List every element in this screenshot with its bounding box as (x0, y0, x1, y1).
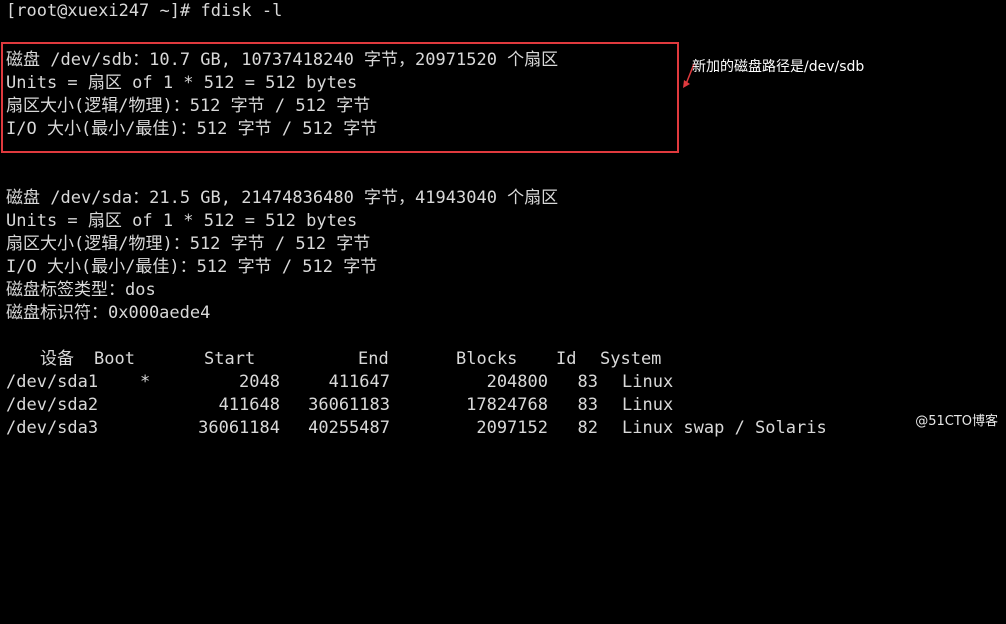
row-system: Linux (622, 372, 674, 392)
row-blocks: 204800 (486, 372, 548, 392)
row-end: 36061183 (308, 395, 390, 415)
row-boot: * (140, 372, 151, 392)
header-blocks: Blocks (456, 349, 518, 369)
row-id: 83 (577, 372, 598, 392)
header-boot: Boot (94, 349, 135, 369)
command-prompt-line: [root@xuexi247 ~]# fdisk -l (6, 1, 283, 21)
row-system: Linux swap / Solaris (622, 418, 827, 438)
sda-io-size-line: I/O 大小(最小/最佳)：512 字节 / 512 字节 (6, 257, 378, 277)
row-blocks: 2097152 (476, 418, 548, 438)
row-id: 83 (577, 395, 598, 415)
sda-identifier-line: 磁盘标识符：0x000aede4 (6, 303, 211, 323)
header-device: 设备 (40, 349, 74, 369)
row-device: /dev/sda3 (6, 418, 99, 438)
row-start: 411648 (218, 395, 280, 415)
table-row: /dev/sda3 36061184 40255487 2097152 82 L… (6, 417, 866, 440)
site-watermark: @51CTO博客 (915, 414, 998, 429)
sdb-io-size-line: I/O 大小(最小/最佳)：512 字节 / 512 字节 (6, 119, 378, 139)
sda-disk-summary: 磁盘 /dev/sda：21.5 GB, 21474836480 字节，4194… (6, 188, 559, 208)
header-id: Id (556, 349, 577, 369)
row-system: Linux (622, 395, 674, 415)
header-system: System (600, 349, 662, 369)
sda-units-line: Units = 扇区 of 1 * 512 = 512 bytes (6, 211, 358, 231)
row-start: 2048 (239, 372, 280, 392)
table-row: /dev/sda1 * 2048 411647 204800 83 Linux (6, 371, 866, 394)
sdb-units-line: Units = 扇区 of 1 * 512 = 512 bytes (6, 73, 358, 93)
sdb-disk-summary: 磁盘 /dev/sdb：10.7 GB, 10737418240 字节，2097… (6, 50, 559, 70)
table-row: /dev/sda2 411648 36061183 17824768 83 Li… (6, 394, 866, 417)
sdb-sector-size-line: 扇区大小(逻辑/物理)：512 字节 / 512 字节 (6, 96, 371, 116)
sda-sector-size-line: 扇区大小(逻辑/物理)：512 字节 / 512 字节 (6, 234, 371, 254)
row-end: 411647 (328, 372, 390, 392)
header-end: End (358, 349, 389, 369)
partition-table-header: 设备 Boot Start End Blocks Id System (6, 348, 866, 371)
row-end: 40255487 (308, 418, 390, 438)
annotation-note: 新加的磁盘路径是/dev/sdb (692, 59, 865, 75)
row-id: 82 (577, 418, 598, 438)
row-device: /dev/sda2 (6, 395, 99, 415)
row-start: 36061184 (198, 418, 280, 438)
row-blocks: 17824768 (466, 395, 548, 415)
terminal-window[interactable]: [root@xuexi247 ~]# fdisk -l 磁盘 /dev/sdb：… (0, 0, 1006, 439)
sda-label-type-line: 磁盘标签类型：dos (6, 280, 156, 300)
row-device: /dev/sda1 (6, 372, 99, 392)
header-start: Start (204, 349, 256, 369)
